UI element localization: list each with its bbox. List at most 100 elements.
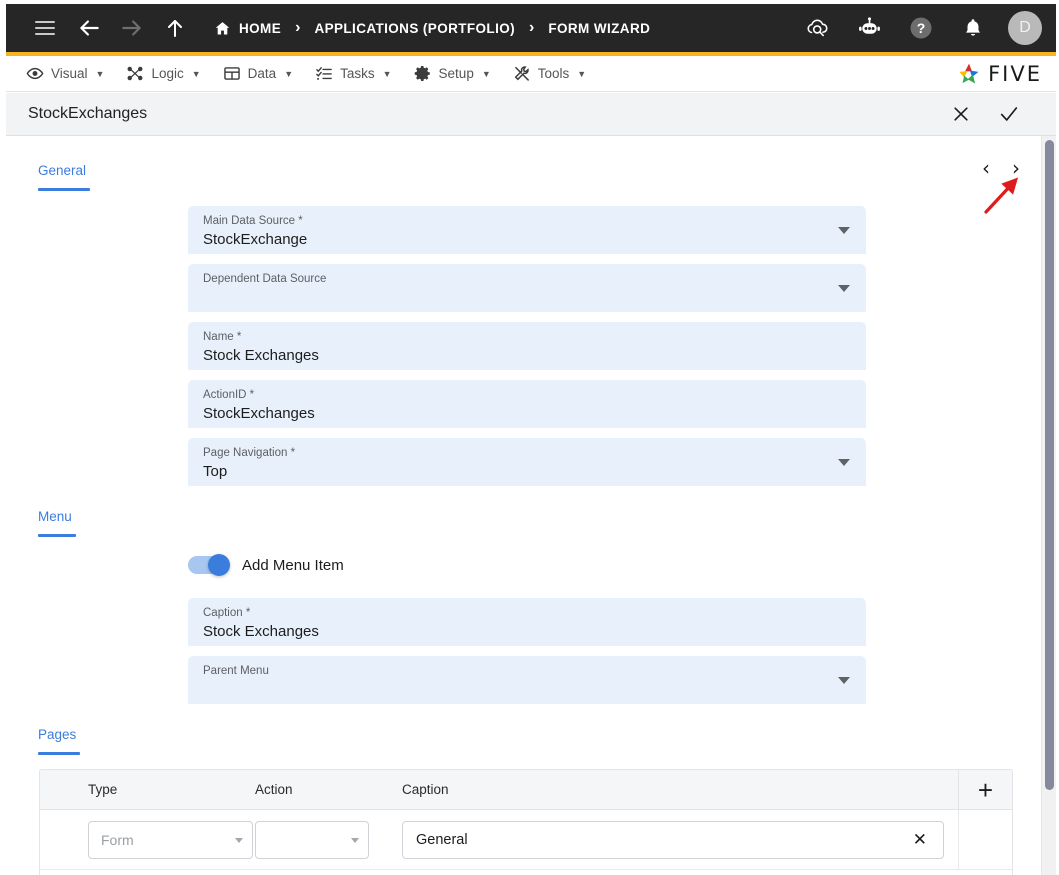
chevron-down-icon[interactable] <box>838 677 850 684</box>
chevron-down-icon: ▼ <box>577 68 587 79</box>
vertical-scrollbar[interactable] <box>1041 136 1056 875</box>
scrollbar-thumb[interactable] <box>1045 140 1054 790</box>
brand-name: FIVE <box>988 61 1042 86</box>
form-canvas: ‹ › General Main Data Source * StockExch… <box>6 136 1056 875</box>
header-actions-group: ? D <box>800 11 1042 45</box>
cell-action <box>255 820 402 859</box>
page-title: StockExchanges <box>28 105 148 122</box>
notifications-bell-icon[interactable] <box>956 11 990 45</box>
field-label: Caption * <box>203 607 251 619</box>
arrow-up-icon[interactable] <box>158 11 192 45</box>
cloud-search-icon[interactable] <box>800 11 834 45</box>
prev-page-chevron[interactable]: ‹ <box>979 158 993 178</box>
field-value <box>203 679 826 701</box>
home-icon <box>214 20 231 37</box>
menu-item-label: Data <box>247 66 277 81</box>
page-type-value: Form <box>101 831 134 848</box>
breadcrumb-label-form-wizard: FORM WIZARD <box>548 20 651 36</box>
help-icon[interactable]: ? <box>904 11 938 45</box>
chatbot-icon[interactable] <box>852 11 886 45</box>
field-name[interactable]: Name * Stock Exchanges <box>188 322 866 370</box>
toggle-knob <box>208 554 230 576</box>
breadcrumb-item-applications[interactable]: APPLICATIONS (PORTFOLIO) <box>314 21 515 36</box>
chevron-down-icon[interactable] <box>838 285 850 292</box>
breadcrumb-separator-1: › <box>295 19 301 36</box>
field-caption[interactable]: Caption * Stock Exchanges <box>188 598 866 646</box>
cell-type: Form <box>40 820 255 859</box>
checklist-icon <box>315 65 333 83</box>
field-action-id[interactable]: ActionID * StockExchanges <box>188 380 866 428</box>
field-label: Page Navigation * <box>203 447 296 459</box>
breadcrumb-label-applications: APPLICATIONS (PORTFOLIO) <box>314 20 516 36</box>
arrow-right-icon[interactable] <box>115 11 149 45</box>
field-label: Name * <box>203 331 242 343</box>
column-header-type: Type <box>88 782 118 797</box>
menu-item-logic[interactable]: Logic ▼ <box>120 57 216 91</box>
page-caption-input[interactable]: General ✕ <box>402 820 944 859</box>
window-edge-left <box>0 0 6 875</box>
breadcrumb-item-home[interactable]: HOME <box>214 20 281 37</box>
table-grid-icon <box>223 65 241 83</box>
chevron-down-icon[interactable] <box>838 459 850 466</box>
section-underline <box>38 188 90 191</box>
field-value <box>203 287 826 309</box>
chevron-down-icon: ▼ <box>481 68 491 79</box>
menu-item-tasks[interactable]: Tasks ▼ <box>309 57 407 91</box>
table-row-partial <box>40 870 1012 875</box>
form-scroll-area: ‹ › General Main Data Source * StockExch… <box>6 136 1056 875</box>
section-tab-menu[interactable]: Menu <box>38 509 76 537</box>
pages-table-header: Type Action Caption + <box>40 770 1012 810</box>
arrow-left-icon[interactable] <box>72 11 106 45</box>
add-menu-item-toggle[interactable] <box>188 554 230 576</box>
menu-item-visual[interactable]: Visual ▼ <box>20 57 120 91</box>
five-mark-icon <box>956 61 982 87</box>
confirm-check-icon[interactable] <box>998 103 1020 125</box>
section-tab-general[interactable]: General <box>38 163 90 191</box>
menu-item-label: Logic <box>151 66 184 81</box>
field-parent-menu[interactable]: Parent Menu <box>188 656 866 704</box>
section-label-pages: Pages <box>38 727 77 742</box>
page-action-select[interactable] <box>255 820 369 859</box>
field-page-navigation[interactable]: Page Navigation * Top <box>188 438 866 486</box>
gear-icon <box>414 65 432 83</box>
plus-icon: + <box>977 774 994 805</box>
add-menu-item-row: Add Menu Item <box>188 554 344 576</box>
clear-icon[interactable]: ✕ <box>905 831 935 848</box>
field-label: Main Data Source * <box>203 215 303 227</box>
field-label: Dependent Data Source <box>203 273 327 285</box>
next-page-chevron[interactable]: › <box>1009 158 1023 178</box>
column-header-action: Action <box>255 782 293 797</box>
hamburger-icon[interactable] <box>28 11 62 45</box>
menu-item-setup[interactable]: Setup ▼ <box>408 57 507 91</box>
field-value: Top <box>203 463 228 480</box>
avatar[interactable]: D <box>1008 11 1042 45</box>
add-page-button[interactable]: + <box>958 770 1012 809</box>
column-header-caption: Caption <box>402 782 449 797</box>
field-label: Parent Menu <box>203 665 269 677</box>
avatar-initial: D <box>1019 19 1031 36</box>
breadcrumb-separator-2: › <box>529 19 535 36</box>
chevron-down-icon: ▼ <box>191 68 201 79</box>
section-underline <box>38 534 76 537</box>
field-value: Stock Exchanges <box>203 347 319 364</box>
chevron-down-icon: ▼ <box>382 68 392 79</box>
page-type-select[interactable]: Form <box>88 820 253 859</box>
field-dependent-data-source[interactable]: Dependent Data Source <box>188 264 866 312</box>
field-value: Stock Exchanges <box>203 623 319 640</box>
menu-item-data[interactable]: Data ▼ <box>217 57 309 91</box>
cell-row-end <box>958 810 1012 869</box>
logic-nodes-icon <box>126 65 144 83</box>
menu-item-label: Visual <box>51 66 88 81</box>
field-main-data-source[interactable]: Main Data Source * StockExchange <box>188 206 866 254</box>
section-label-general: General <box>38 163 87 178</box>
section-tab-pages[interactable]: Pages <box>38 727 80 755</box>
menu-item-tools[interactable]: Tools ▼ <box>507 57 602 91</box>
svg-text:?: ? <box>917 20 926 36</box>
chevron-down-icon <box>235 837 243 843</box>
close-icon[interactable] <box>950 103 972 125</box>
pages-table: Type Action Caption + Form General ✕ <box>39 769 1013 875</box>
breadcrumb-item-form-wizard[interactable]: FORM WIZARD <box>548 21 650 36</box>
header-left-group: HOME › APPLICATIONS (PORTFOLIO) › FORM W… <box>28 11 800 45</box>
chevron-down-icon[interactable] <box>838 227 850 234</box>
page-navigation-controls: ‹ › <box>979 158 1023 178</box>
